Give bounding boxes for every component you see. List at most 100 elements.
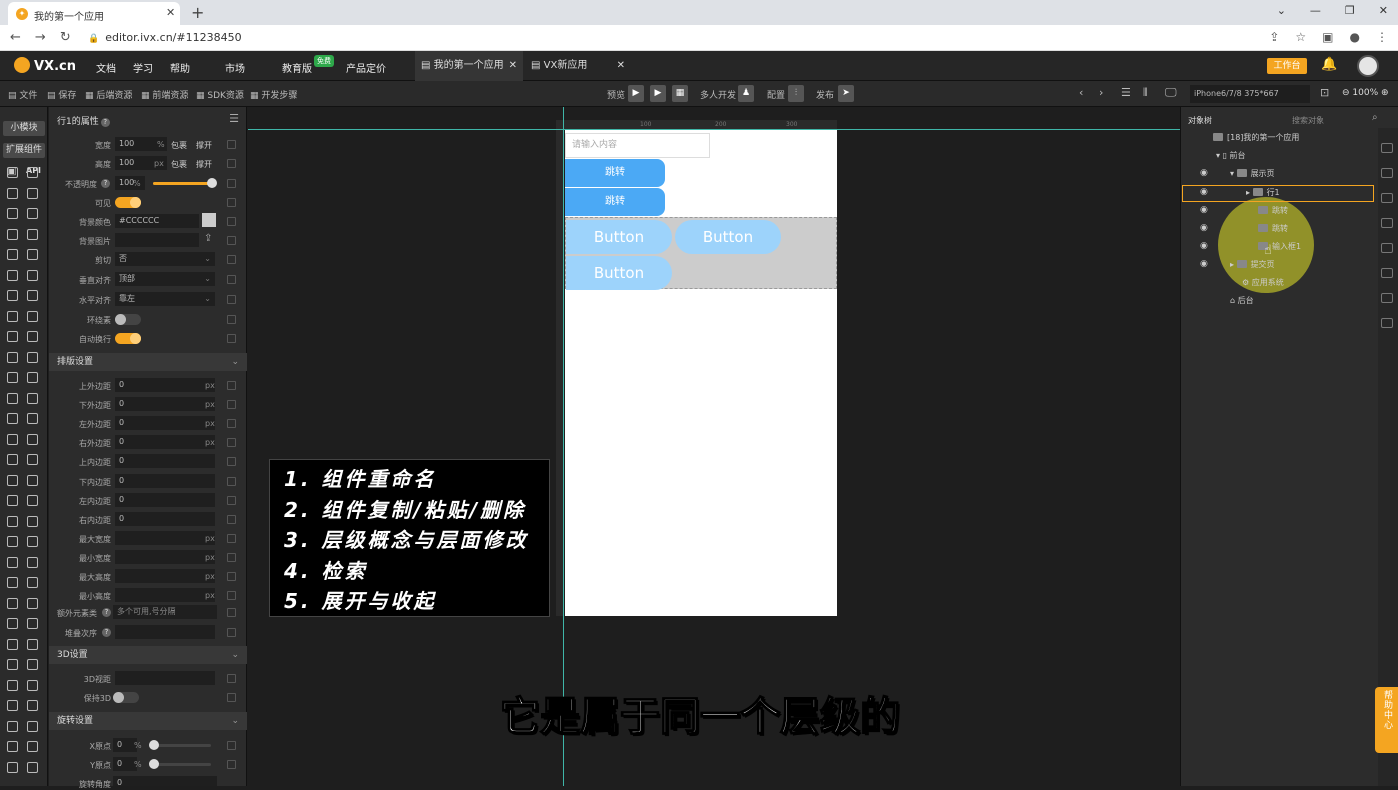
copy-icon[interactable] (227, 674, 236, 683)
small-module-tab[interactable]: 小模块 (3, 121, 45, 136)
chart-icon[interactable] (27, 310, 38, 322)
workbench-button[interactable]: 工作台 (1267, 58, 1307, 74)
file-button[interactable]: ▤ 文件 (8, 88, 37, 101)
layout-input[interactable]: 0 (115, 397, 215, 412)
copy-icon[interactable] (227, 438, 236, 448)
stack-order-input[interactable] (115, 625, 215, 639)
menu-help[interactable]: 帮助 (170, 60, 190, 75)
width-stretch-button[interactable]: 撑开 (196, 140, 212, 151)
tree-node-row1[interactable]: ▸ 行1 (1246, 184, 1280, 202)
copy-icon[interactable] (227, 628, 236, 637)
copy-icon[interactable] (1381, 243, 1393, 253)
wrap-toggle[interactable] (115, 314, 141, 325)
sort-icon[interactable] (1381, 268, 1393, 278)
3d-section-header[interactable]: 3D设置 ⌄ (49, 646, 247, 664)
xorigin-slider[interactable] (149, 740, 211, 750)
copy-icon[interactable] (227, 476, 236, 486)
copy-icon[interactable] (227, 495, 236, 505)
copy-icon[interactable] (227, 533, 236, 543)
lock-icon[interactable] (27, 331, 38, 342)
caret-down-icon[interactable]: ▾ (1230, 169, 1237, 178)
bracket-icon[interactable] (7, 720, 18, 732)
keyboard-icon[interactable] (1381, 318, 1393, 328)
frame-icon[interactable] (27, 433, 38, 445)
autowrap-toggle[interactable] (115, 333, 141, 344)
view3d-input[interactable] (115, 671, 215, 685)
copy-icon[interactable] (227, 741, 236, 750)
copy-icon[interactable] (227, 315, 236, 324)
menu-icon[interactable]: ☰ (229, 112, 239, 125)
share-icon[interactable]: ⇪ (1269, 30, 1279, 44)
copy-icon[interactable] (227, 334, 236, 343)
rotate-section-header[interactable]: 旋转设置 ⌄ (49, 712, 247, 730)
button[interactable]: Button (566, 256, 672, 290)
settings-icon[interactable] (27, 597, 38, 609)
bracket-icon[interactable] (7, 700, 18, 711)
dev-steps-button[interactable]: ▦ 开发步骤 (250, 88, 297, 101)
close-tab-icon[interactable]: ✕ (166, 6, 175, 19)
line-icon[interactable] (7, 433, 18, 445)
redo-icon[interactable]: › (1099, 86, 1103, 99)
tree-node-frontend[interactable]: ▾ ▯ 前台 (1216, 147, 1246, 165)
close-tab-icon[interactable]: ✕ (509, 51, 517, 81)
bracket-icon[interactable] (27, 700, 38, 711)
page-icon[interactable] (7, 208, 18, 219)
back-icon[interactable]: ← (10, 30, 21, 45)
help-icon[interactable]: ? (100, 118, 110, 127)
search-icon[interactable]: ⌕ (1372, 112, 1378, 123)
layout-input[interactable] (115, 530, 215, 545)
width-wrap-button[interactable]: 包裹 (171, 140, 187, 151)
cloud-icon[interactable] (27, 741, 38, 752)
copy-icon[interactable] (227, 457, 236, 467)
play-icon[interactable]: ▶ (628, 85, 644, 102)
device-select[interactable]: iPhone6/7/8 375*667 (1190, 85, 1310, 103)
avatar[interactable] (1357, 55, 1379, 77)
kebab-menu-icon[interactable]: ⋮ (1376, 30, 1388, 44)
eye-icon[interactable]: ◉ (1200, 259, 1208, 269)
tree-node-jump[interactable]: 跳转 (1258, 202, 1288, 220)
puzzle-icon[interactable] (7, 392, 18, 404)
copy-icon[interactable] (227, 760, 236, 769)
fit-icon[interactable]: ⊡ (1320, 86, 1329, 99)
qrcode-icon[interactable]: ▦ (672, 85, 688, 102)
eye-icon[interactable]: ◉ (1200, 241, 1208, 251)
extra-class-input[interactable]: 多个可用,号分隔 (113, 605, 217, 619)
help-icon[interactable]: ? (102, 608, 111, 617)
halign-select[interactable]: 靠左 ⌄ (115, 292, 215, 306)
save-button[interactable]: ▤ 保存 (47, 88, 76, 101)
copy-icon[interactable] (227, 591, 236, 601)
button[interactable]: Button (566, 220, 672, 254)
new-tab-icon[interactable]: + (191, 3, 204, 22)
eye-icon[interactable]: ◉ (1200, 187, 1208, 197)
link-icon[interactable] (7, 679, 18, 691)
ppt-icon[interactable] (27, 372, 38, 383)
excel-icon[interactable] (7, 372, 18, 383)
clip-select[interactable]: 否 ⌄ (115, 252, 215, 266)
copy-icon[interactable] (227, 381, 236, 390)
undo-icon[interactable]: ‹ (1079, 86, 1083, 99)
sidepanel-icon[interactable]: ▣ (1322, 30, 1333, 44)
history-icon[interactable] (1381, 293, 1393, 303)
caret-right-icon[interactable]: ▸ (1246, 188, 1253, 197)
video-icon[interactable] (7, 310, 18, 322)
window-icon[interactable] (7, 454, 18, 465)
eye-icon[interactable]: ◉ (1200, 223, 1208, 233)
plusminus-icon[interactable] (7, 413, 18, 424)
frame-icon[interactable] (7, 474, 18, 486)
refresh-icon[interactable] (7, 597, 18, 609)
help-center-button[interactable]: 帮助中心 (1375, 687, 1398, 753)
visible-toggle[interactable] (115, 197, 141, 208)
layout-icon[interactable] (7, 577, 18, 588)
reload-icon[interactable]: ↻ (60, 30, 71, 45)
yorigin-slider[interactable] (149, 759, 211, 769)
close-tab-icon[interactable]: ✕ (617, 51, 625, 81)
url-field[interactable]: 🔒 editor.ivx.cn/#11238450 (88, 31, 242, 44)
timer-icon[interactable] (7, 618, 18, 629)
send-icon[interactable]: ➤ (838, 85, 854, 102)
tree-node-jump[interactable]: 跳转 (1258, 220, 1288, 238)
copy-icon[interactable] (227, 419, 236, 429)
copy-icon[interactable] (227, 608, 236, 617)
download-icon[interactable] (27, 761, 38, 773)
monitor-icon[interactable]: 🖵 (1165, 85, 1177, 100)
copy-icon[interactable] (227, 275, 236, 284)
